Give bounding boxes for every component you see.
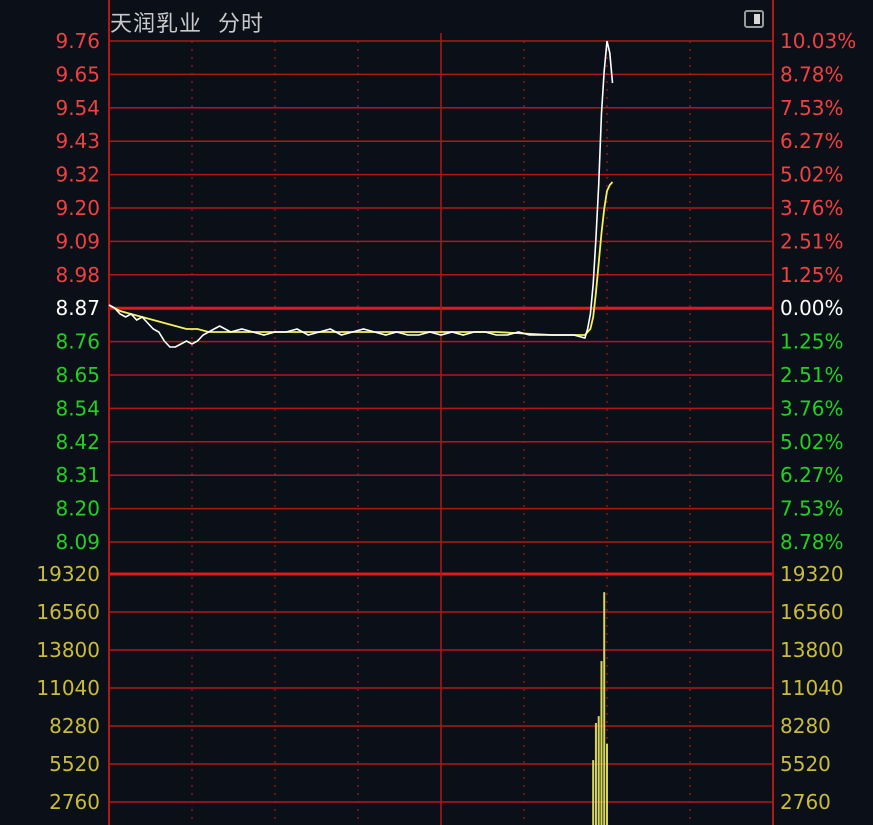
- chart-title: 天润乳业 分时: [110, 6, 264, 38]
- volume-bar: [603, 592, 606, 825]
- grid-layer: [108, 0, 774, 825]
- volume-tick-label: 2760: [49, 790, 100, 814]
- chart-canvas: 9.76 10.03% 9.65 8.78% 9.54 7.53% 9.43 6.27% 9.3…: [36, 0, 856, 825]
- panel-toggle-icon[interactable]: [744, 10, 764, 28]
- pct-tick-label: 3.76%: [780, 396, 844, 420]
- volume-tick-label-right: 11040: [780, 676, 844, 700]
- pct-tick-label: 1.25%: [780, 330, 844, 354]
- price-tick-label: 8.76: [55, 330, 100, 354]
- volume-tick-label-right: 16560: [780, 600, 844, 624]
- volume-tick-label: 8280: [49, 714, 100, 738]
- stock-name: 天润乳业: [110, 12, 203, 37]
- pct-tick-label: 6.27%: [780, 129, 844, 153]
- volume-bar: [606, 743, 608, 825]
- price-lines: [108, 40, 614, 348]
- price-tick-label: 9.76: [55, 29, 100, 53]
- price-tick-label: 8.65: [55, 363, 100, 387]
- price-tick-label: 8.98: [55, 263, 100, 287]
- volume-tick-label-right: 8280: [780, 714, 831, 738]
- price-line: [108, 40, 614, 348]
- pct-tick-label: 3.76%: [780, 196, 844, 220]
- pct-tick-label: 1.25%: [780, 263, 844, 287]
- pct-tick-label: 10.03%: [780, 29, 856, 53]
- pct-tick-label: 0.00%: [780, 296, 844, 320]
- volume-bar: [594, 722, 597, 825]
- pct-tick-label: 7.53%: [780, 497, 844, 521]
- volume-bar: [600, 661, 603, 825]
- pct-tick-label: 5.02%: [780, 430, 844, 454]
- price-tick-label: 8.42: [55, 430, 100, 454]
- pct-tick-label: 8.78%: [780, 530, 844, 554]
- volume-tick-label: 16560: [36, 600, 100, 624]
- pct-tick-label: 2.51%: [780, 363, 844, 387]
- pct-tick-label: 6.27%: [780, 463, 844, 487]
- volume-tick-label: 19320: [36, 562, 100, 586]
- stock-time-chart: { "header": { "stock_name": "天润乳业", "vie…: [0, 0, 873, 825]
- volume-tick-label-right: 19320: [780, 562, 844, 586]
- pct-tick-label: 7.53%: [780, 96, 844, 120]
- volume-bar: [592, 760, 595, 825]
- volume-tick-label-right: 13800: [780, 638, 844, 662]
- price-tick-label: 9.54: [55, 96, 100, 120]
- price-tick-label: 9.09: [55, 229, 100, 253]
- volume-tick-label: 13800: [36, 638, 100, 662]
- volume-tick-label-right: 5520: [780, 752, 831, 776]
- axis-labels: 9.76 10.03% 9.65 8.78% 9.54 7.53% 9.43 6.27% 9.3…: [36, 29, 856, 814]
- price-tick-label: 9.43: [55, 129, 100, 153]
- pct-tick-label: 8.78%: [780, 62, 844, 86]
- volume-tick-label: 5520: [49, 752, 100, 776]
- pct-tick-label: 2.51%: [780, 229, 844, 253]
- avg-price-line: [108, 181, 614, 336]
- price-tick-label: 8.09: [55, 530, 100, 554]
- volume-bars: [592, 592, 608, 825]
- price-tick-label: 9.32: [55, 163, 100, 187]
- price-tick-label: 8.54: [55, 396, 100, 420]
- volume-bar: [597, 716, 600, 825]
- volume-tick-label-right: 2760: [780, 790, 831, 814]
- price-tick-label: 8.20: [55, 497, 100, 521]
- price-tick-label: 8.31: [55, 463, 100, 487]
- price-tick-label: 9.20: [55, 196, 100, 220]
- volume-tick-label: 11040: [36, 676, 100, 700]
- price-tick-label: 8.87: [55, 296, 100, 320]
- pct-tick-label: 5.02%: [780, 163, 844, 187]
- view-mode-label: 分时: [218, 12, 265, 37]
- price-tick-label: 9.65: [55, 62, 100, 86]
